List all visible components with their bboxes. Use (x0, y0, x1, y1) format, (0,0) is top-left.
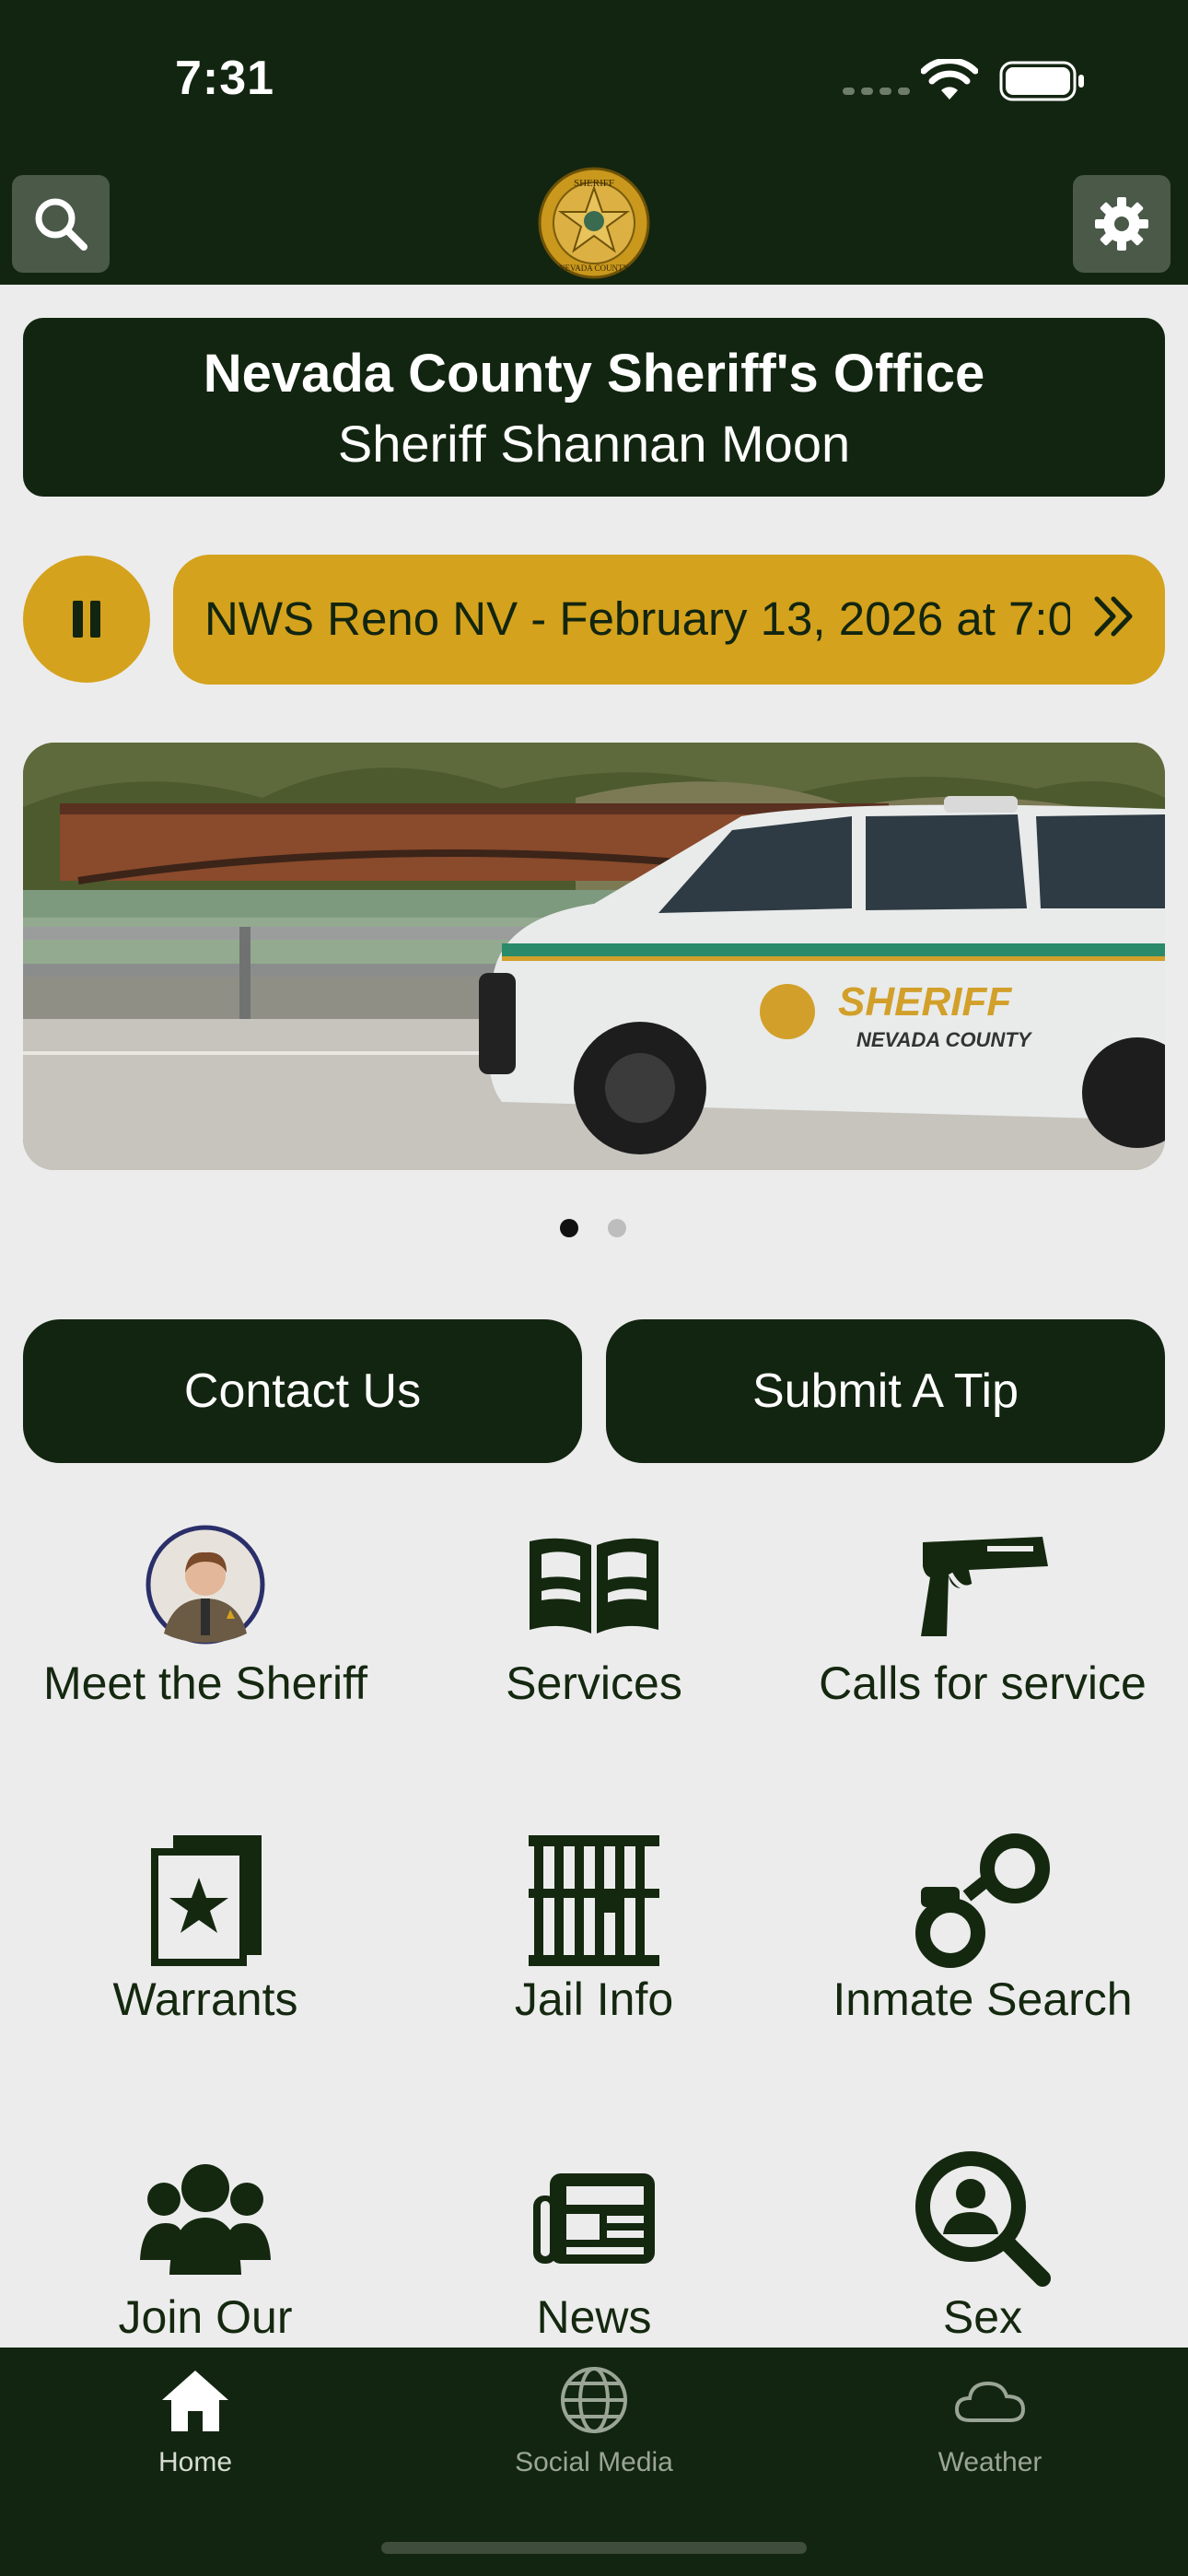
pause-icon (69, 601, 104, 638)
handgun-icon (921, 1537, 1048, 1636)
agency-title: Nevada County Sheriff's Office (203, 344, 985, 404)
tab-weather[interactable]: Weather (852, 2359, 1128, 2478)
wifi-icon (921, 59, 978, 100)
sheriff-badge-logo: SHERIFF NEVADA COUNTY (538, 167, 650, 279)
search-icon (35, 198, 87, 251)
sheriff-portrait (146, 1525, 265, 1645)
tile-label: Services (506, 1657, 682, 1709)
tab-label: Weather (938, 2447, 1042, 2477)
search-person-icon (915, 2151, 1051, 2287)
grid-tile-news[interactable]: News (410, 2149, 778, 2348)
svg-text:NEVADA COUNTY: NEVADA COUNTY (856, 1028, 1033, 1051)
svg-text:NEVADA COUNTY: NEVADA COUNTY (559, 263, 630, 273)
tile-label: Warrants (112, 1973, 298, 2025)
grid-tile-services[interactable]: Services (410, 1516, 778, 1714)
grid-tile-jail-info[interactable]: Jail Info (410, 1832, 778, 2030)
tile-label: Join Our (118, 2291, 293, 2343)
grid-tile-sex-offender[interactable]: Sex (798, 2149, 1167, 2348)
grid-tile-meet-sheriff[interactable]: Meet the Sheriff (21, 1516, 390, 1714)
contact-us-button[interactable]: Contact Us (23, 1319, 582, 1463)
grid-tile-join-our[interactable]: Join Our (21, 2149, 390, 2348)
cloud-icon (954, 2381, 1026, 2422)
alert-ticker[interactable]: NWS Reno NV - February 13, 2026 at 7:0 (173, 555, 1165, 685)
ticker-text: NWS Reno NV - February 13, 2026 at 7:0 (204, 592, 1070, 645)
newspaper-icon (533, 2173, 655, 2264)
tab-label: Social Media (515, 2447, 673, 2477)
sheriff-vehicle-photo: SHERIFF NEVADA COUNTY (23, 743, 1165, 1170)
carousel-dot-active[interactable] (560, 1219, 578, 1237)
tile-label: News (536, 2291, 652, 2343)
double-chevron-right-icon[interactable] (1089, 591, 1139, 641)
tile-label: Inmate Search (833, 1973, 1133, 2025)
gear-icon (1095, 197, 1148, 251)
grid-tile-warrants[interactable]: Warrants (21, 1832, 390, 2030)
home-indicator[interactable] (381, 2542, 807, 2554)
jail-cell-icon (529, 1835, 659, 1966)
search-button[interactable] (12, 175, 110, 273)
sheriff-name: Sheriff Shannan Moon (337, 415, 851, 473)
tab-home[interactable]: Home (57, 2359, 333, 2478)
agency-title-card: Nevada County Sheriff's Office Sheriff S… (23, 318, 1165, 497)
grid-tile-calls-for-service[interactable]: Calls for service (798, 1516, 1167, 1714)
tab-social-media[interactable]: Social Media (456, 2359, 732, 2478)
home-icon (162, 2371, 228, 2431)
svg-text:SHERIFF: SHERIFF (574, 178, 614, 189)
status-time: 7:31 (175, 52, 275, 105)
grid-tile-inmate-search[interactable]: Inmate Search (798, 1832, 1167, 2030)
hero-carousel-image[interactable]: SHERIFF NEVADA COUNTY (23, 743, 1165, 1170)
globe-icon (561, 2367, 627, 2433)
svg-text:SHERIFF: SHERIFF (838, 979, 1012, 1025)
tile-label: Calls for service (819, 1657, 1147, 1709)
settings-button[interactable] (1073, 175, 1171, 273)
battery-icon (999, 61, 1084, 101)
cellular-signal-icon (843, 88, 910, 95)
group-icon (140, 2164, 271, 2275)
tile-label: Sex (942, 2291, 1023, 2343)
handcuffs-icon (915, 1833, 1050, 1968)
tile-label: Jail Info (514, 1973, 674, 2025)
submit-tip-button[interactable]: Submit A Tip (606, 1319, 1165, 1463)
carousel-dot[interactable] (608, 1219, 626, 1237)
star-document-icon (151, 1835, 262, 1966)
book-icon (530, 1538, 658, 1633)
ticker-pause-button[interactable] (23, 556, 150, 683)
tile-label: Meet the Sheriff (42, 1657, 368, 1709)
tab-label: Home (157, 2447, 233, 2477)
